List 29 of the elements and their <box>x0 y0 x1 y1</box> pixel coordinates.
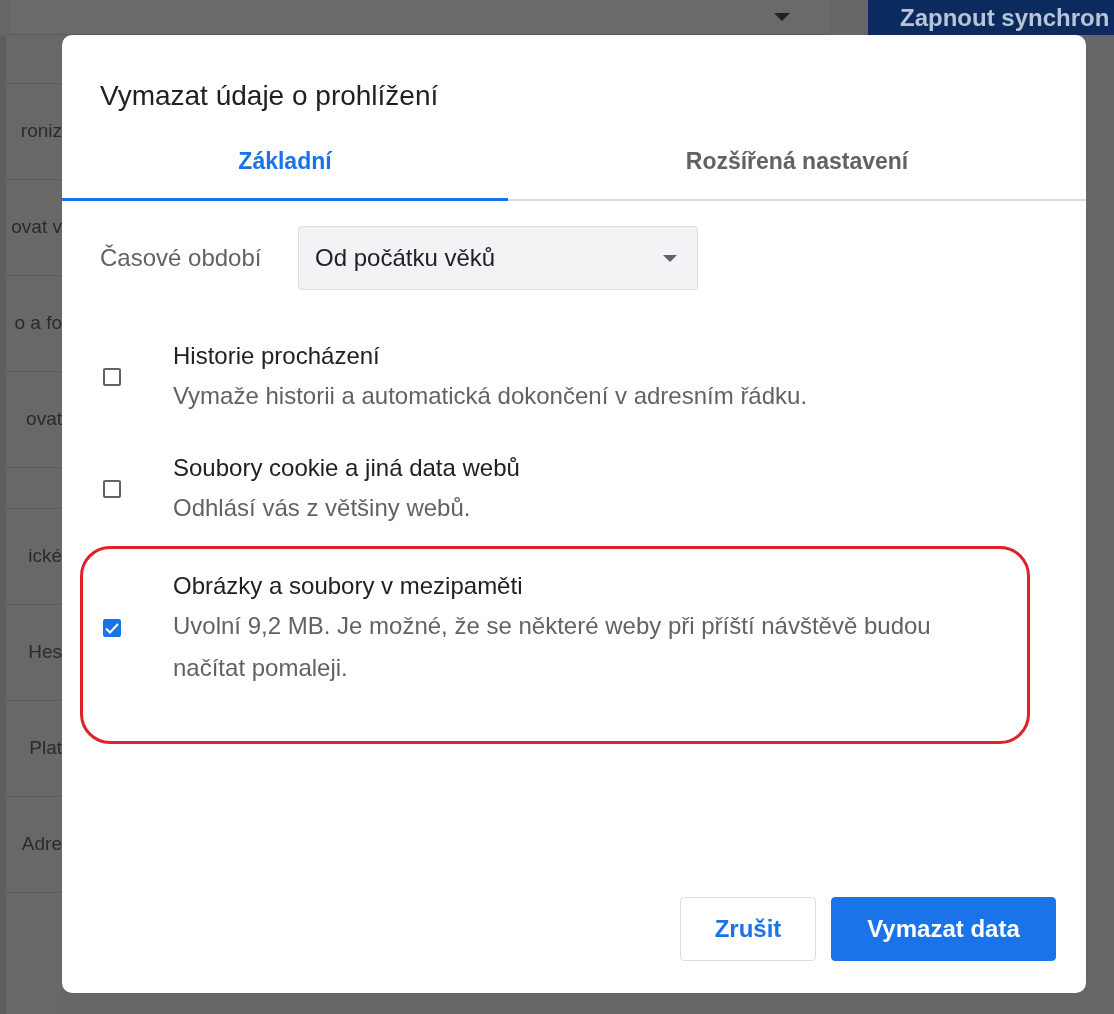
caret-icon <box>774 13 790 21</box>
settings-menu-item[interactable]: ovat <box>26 405 62 434</box>
option-description: Odhlásí vás z většiny webů. <box>173 493 472 523</box>
tab[interactable]: Základní <box>62 125 508 201</box>
caret-icon <box>663 254 677 262</box>
sync-button[interactable]: Zapnout synchron <box>868 0 1114 35</box>
option-description: Uvolní 9,2 MB. Je možné, že se některé weby při příští návštěvě budou načítat pomaleji. <box>173 611 932 683</box>
checkmark-icon <box>105 623 119 634</box>
settings-menu-item[interactable]: Plat <box>29 734 62 763</box>
dialog-title: Vymazat údaje o prohlížení <box>100 80 439 111</box>
dropdown-value: Od počátku věků <box>315 243 496 273</box>
cancel-button[interactable]: Zrušit <box>680 897 816 961</box>
checkbox[interactable] <box>103 368 121 386</box>
settings-menu-item[interactable]: ovat v <box>11 213 62 242</box>
settings-menu-item[interactable]: Adre <box>21 830 62 859</box>
time-range-dropdown[interactable]: Od počátku věků <box>298 226 698 290</box>
checkbox[interactable] <box>103 619 121 637</box>
settings-menu-item[interactable]: Hes <box>28 638 62 667</box>
option-description: Vymaže historii a automatická dokončení v adresním řádku. <box>173 381 808 411</box>
option-title: Soubory cookie a jiná data webů <box>173 453 520 483</box>
settings-menu-item[interactable]: ické <box>28 542 62 571</box>
settings-menu-item[interactable]: roniz <box>20 117 62 146</box>
time-range-label: Časové období <box>100 243 263 273</box>
option-title: Obrázky a soubory v mezipaměti <box>173 571 524 601</box>
tab[interactable]: Rozšířená nastavení <box>508 125 1086 201</box>
settings-menu-item[interactable]: o a fo <box>14 309 62 338</box>
clear-data-button[interactable]: Vymazat data <box>831 897 1056 961</box>
checkbox[interactable] <box>103 480 121 498</box>
option-title: Historie procházení <box>173 341 381 371</box>
